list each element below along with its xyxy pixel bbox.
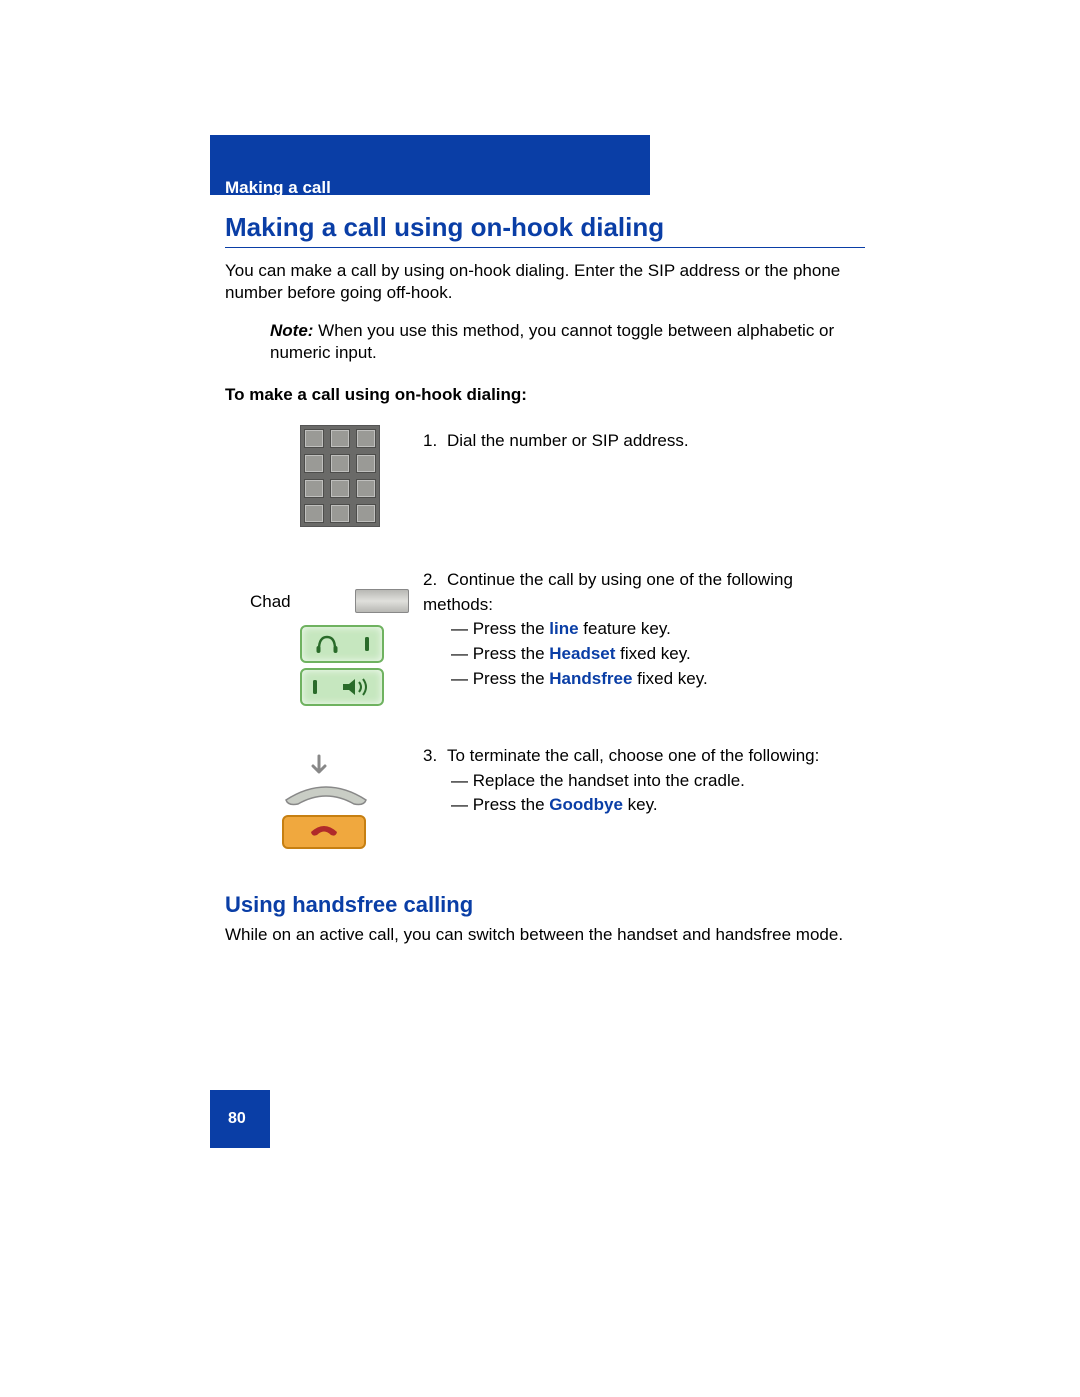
goodbye-key-icon	[282, 815, 366, 849]
step-3: 3.To terminate the call, choose one of t…	[423, 744, 863, 818]
headset-key-icon	[300, 625, 384, 663]
step-2c-post: fixed key.	[632, 669, 707, 688]
step-1: 1.Dial the number or SIP address.	[423, 430, 863, 453]
document-page: Making a call Making a call using on-hoo…	[0, 0, 1080, 1397]
keypad-icon	[300, 425, 380, 527]
handsfree-key-term: Handsfree	[549, 669, 632, 688]
handset-icon	[278, 780, 374, 808]
softkey-icon	[355, 589, 409, 613]
handsfree-key-icon	[300, 668, 384, 706]
procedure-heading: To make a call using on-hook dialing:	[225, 385, 527, 405]
step-3b-post: key.	[623, 795, 658, 814]
subsection-body: While on an active call, you can switch …	[225, 924, 865, 946]
step-3-lead: To terminate the call, choose one of the…	[447, 746, 819, 765]
step-1-text: Dial the number or SIP address.	[447, 431, 689, 450]
step-2b-pre: — Press the	[451, 644, 549, 663]
step-2-lead: Continue the call by using one of the fo…	[423, 570, 793, 614]
step-2c-pre: — Press the	[451, 669, 549, 688]
line-key-term: line	[549, 619, 578, 638]
step-3a: — Replace the handset into the cradle.	[451, 769, 863, 794]
line-key-label: Chad	[250, 592, 291, 612]
step-3b-pre: — Press the	[451, 795, 549, 814]
step-2a-post: feature key.	[579, 619, 671, 638]
subsection-title: Using handsfree calling	[225, 892, 473, 918]
step-2a-pre: — Press the	[451, 619, 549, 638]
goodbye-key-term: Goodbye	[549, 795, 623, 814]
step-2b-post: fixed key.	[615, 644, 690, 663]
step-3-number: 3.	[423, 744, 447, 769]
page-number: 80	[228, 1110, 246, 1128]
step-2-number: 2.	[423, 568, 447, 593]
page-title: Making a call using on-hook dialing	[225, 212, 865, 248]
section-name: Making a call	[225, 178, 331, 198]
note-text: When you use this method, you cannot tog…	[270, 321, 834, 362]
headset-key-term: Headset	[549, 644, 615, 663]
note-label: Note:	[270, 321, 313, 340]
step-2: 2.Continue the call by using one of the …	[423, 568, 863, 691]
step-1-number: 1.	[423, 430, 447, 453]
intro-paragraph: You can make a call by using on-hook dia…	[225, 260, 865, 304]
note-block: Note: When you use this method, you cann…	[270, 320, 860, 364]
